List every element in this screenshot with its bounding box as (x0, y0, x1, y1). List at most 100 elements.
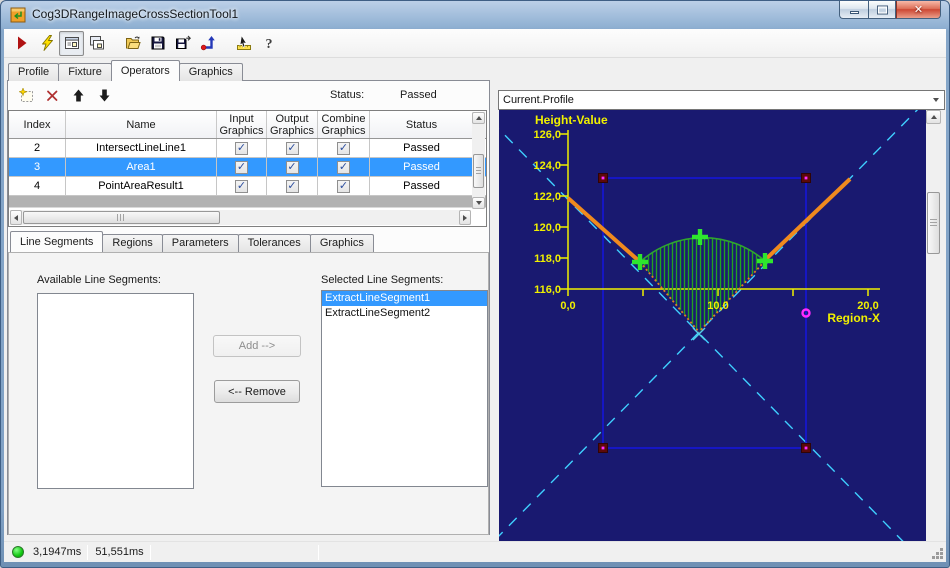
table-cell: Passed (403, 142, 440, 154)
x-tick-label: 0,0 (560, 300, 575, 312)
y-tick-label: 126,0 (533, 129, 561, 141)
pointer-ruler-icon (236, 35, 252, 51)
tab-fixture[interactable]: Fixture (58, 63, 112, 81)
tab-profile[interactable]: Profile (8, 63, 60, 81)
add-button[interactable]: Add --> (213, 335, 301, 357)
table-vertical-scrollbar[interactable] (472, 112, 485, 209)
display-vertical-scrollbar[interactable] (926, 110, 941, 560)
new-operator-button[interactable] (15, 84, 37, 106)
table-horizontal-scrollbar[interactable] (10, 210, 471, 225)
maximize-button[interactable] (868, 1, 896, 19)
y-tick-label: 120,0 (533, 222, 561, 234)
subtab-line-segments[interactable]: Line Segments (10, 231, 104, 252)
run-icon (14, 35, 30, 51)
move-up-button[interactable] (67, 84, 89, 106)
svg-text:?: ? (265, 37, 272, 51)
close-button[interactable]: ✕ (896, 1, 941, 19)
checkbox[interactable]: ✓ (337, 160, 350, 174)
checkbox[interactable]: ✓ (285, 141, 299, 155)
table-row[interactable]: 2 IntersectLineLine1 ✓ ✓ ✓ Passed (9, 139, 486, 158)
scrollbar-thumb[interactable] (927, 192, 940, 254)
table-row[interactable]: 4 PointAreaResult1 ✓ ✓ ✓ Passed (9, 177, 486, 196)
operators-table: Index Name Input Graphics Output Graphics Co… (8, 110, 487, 227)
window-title: Cog3DRangeImageCrossSectionTool1 (32, 7, 239, 21)
line-segments-panel: Available Line Segments: Selected Line S… (8, 252, 489, 535)
region-corner-handle[interactable] (598, 173, 608, 183)
column-header[interactable]: Index (9, 111, 66, 138)
scroll-up-button[interactable] (926, 110, 941, 124)
move-down-button[interactable] (93, 84, 115, 106)
save-file-button[interactable] (145, 31, 170, 56)
current-record-button[interactable] (59, 30, 84, 56)
checkbox[interactable]: ✓ (235, 160, 248, 174)
available-line-segments-list[interactable] (37, 293, 194, 489)
pointer-ruler-button[interactable] (231, 31, 256, 56)
run-button[interactable] (9, 31, 34, 56)
checkbox[interactable]: ✓ (285, 179, 299, 193)
main-area: Profile Fixture Operators Graphics Status: … (4, 59, 946, 562)
record-selector-combo[interactable]: Current.Profile (498, 90, 945, 110)
table-header: Index Name Input Graphics Output Graphics Co… (9, 111, 486, 139)
open-file-button[interactable] (120, 31, 145, 56)
chevron-down-icon[interactable] (928, 91, 944, 109)
table-row[interactable]: 3 Area1 ✓ ✓ ✓ Passed (9, 158, 486, 177)
subtab-tolerances[interactable]: Tolerances (237, 234, 311, 252)
selected-line-segments-list[interactable]: ExtractLineSegment1 ExtractLineSegment2 (321, 290, 488, 487)
column-header[interactable]: Status (370, 111, 473, 138)
column-header[interactable]: Output Graphics (267, 111, 318, 138)
x-tick-label: 10,0 (707, 300, 728, 312)
list-item[interactable]: ExtractLineSegment2 (322, 306, 487, 321)
current-record-icon (64, 35, 80, 51)
titlebar[interactable]: Cog3DRangeImageCrossSectionTool1 ✕ (1, 1, 949, 29)
tab-graphics[interactable]: Graphics (178, 63, 243, 81)
status-label: Status: (330, 89, 365, 101)
column-header[interactable]: Input Graphics (217, 111, 267, 138)
subtab-graphics[interactable]: Graphics (309, 234, 374, 252)
region-corner-handle[interactable] (598, 443, 608, 453)
scroll-right-button[interactable] (459, 210, 471, 225)
scroll-left-button[interactable] (10, 210, 22, 225)
subtab-regions[interactable]: Regions (102, 234, 163, 252)
list-item[interactable]: ExtractLineSegment1 (322, 291, 487, 306)
table-cell: 4 (9, 177, 66, 195)
remove-button[interactable]: <-- Remove (214, 380, 300, 403)
scroll-up-button[interactable] (472, 112, 485, 124)
table-cell: Passed (403, 161, 440, 173)
reset-button[interactable] (195, 31, 220, 56)
checkbox[interactable]: ✓ (235, 141, 248, 155)
column-header[interactable]: Name (66, 111, 217, 138)
table-cell: Passed (403, 180, 440, 192)
checkbox[interactable]: ✓ (285, 160, 299, 174)
triangle-down-icon (475, 201, 482, 205)
lightning-button[interactable] (34, 31, 59, 56)
column-header[interactable]: Combine Graphics (318, 111, 370, 138)
profile-display[interactable]: Height-Value Region-X 126,0 124,0 122,0 … (490, 103, 926, 562)
scrollbar-thumb[interactable] (23, 211, 220, 224)
save-file-icon (150, 35, 166, 51)
triangle-up-icon (475, 116, 482, 120)
last-run-record-button[interactable] (84, 31, 109, 56)
table-cell: ✓ (318, 139, 370, 157)
reset-icon (200, 35, 216, 51)
maximize-icon (876, 5, 888, 14)
region-corner-handle[interactable] (801, 443, 811, 453)
tab-operators[interactable]: Operators (110, 60, 180, 81)
checkbox[interactable]: ✓ (337, 179, 350, 193)
selected-line-segments-label: Selected Line Segments: (321, 274, 444, 286)
table-cell: ✓ (217, 177, 267, 195)
help-icon: ? (261, 35, 277, 51)
help-button[interactable]: ? (256, 31, 281, 56)
region-corner-handle[interactable] (801, 173, 811, 183)
resize-grip[interactable] (940, 556, 943, 559)
operators-tab-page: Status: Passed Index Name Input Graphics Ou… (7, 80, 490, 535)
save-as-icon (175, 35, 191, 51)
checkbox[interactable]: ✓ (235, 179, 248, 193)
checkbox[interactable]: ✓ (337, 141, 350, 155)
scroll-down-button[interactable] (472, 197, 485, 209)
delete-operator-button[interactable] (41, 84, 63, 106)
save-as-button[interactable] (170, 31, 195, 56)
scrollbar-thumb[interactable] (473, 154, 484, 188)
minimize-button[interactable] (839, 1, 868, 19)
subtab-parameters[interactable]: Parameters (161, 234, 239, 252)
table-cell: 3 (9, 158, 66, 176)
